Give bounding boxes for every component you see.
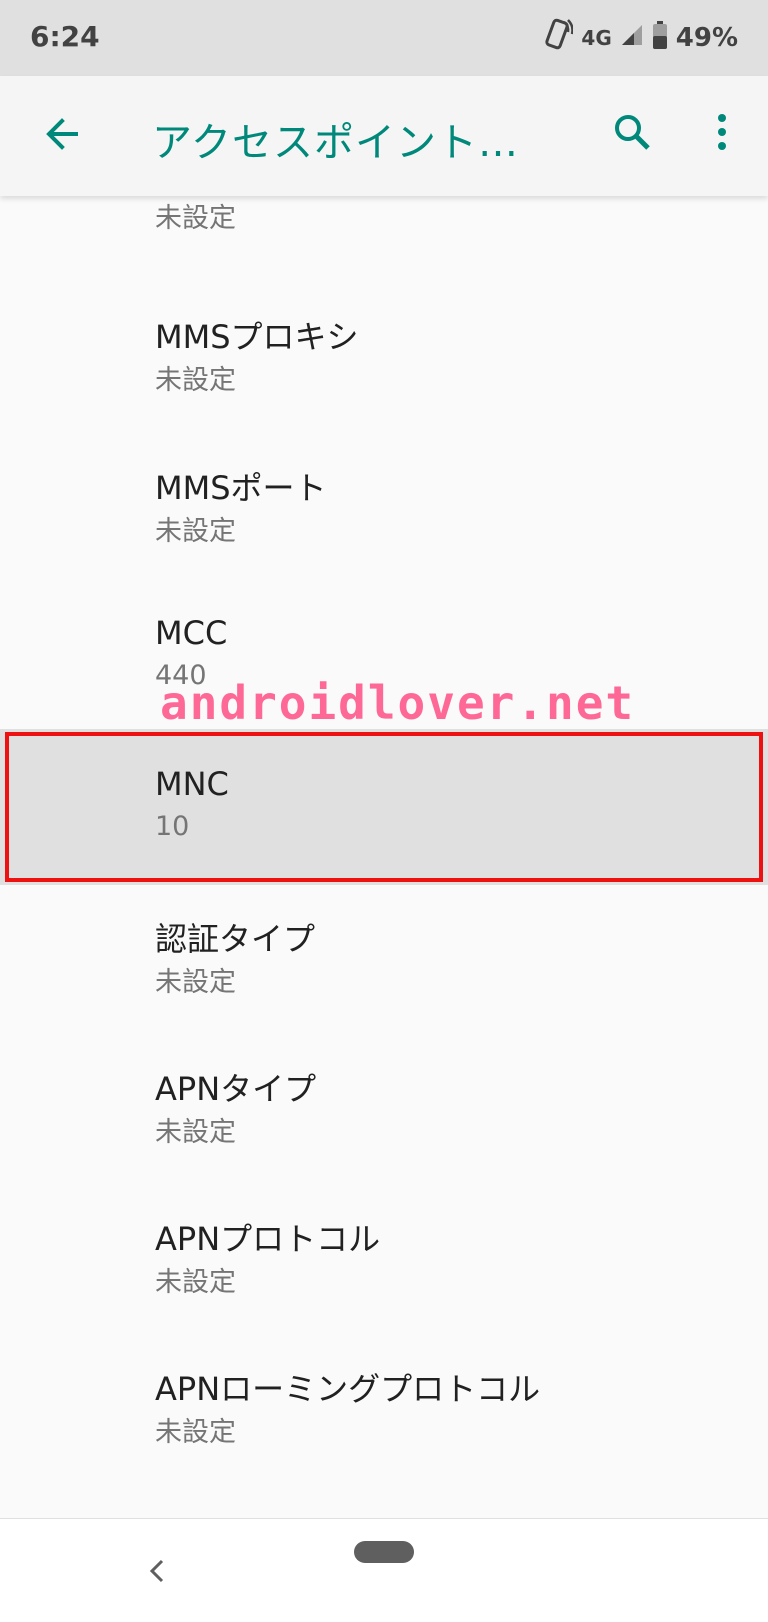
status-icons: 4G 49%: [543, 18, 738, 58]
list-item-label: APNタイプ: [155, 1070, 317, 1108]
nav-back-icon: [147, 1556, 167, 1590]
list-item-label: MCC: [155, 614, 228, 652]
watermark: androidlover.net: [160, 676, 636, 730]
list-item-label: APNプロトコル: [155, 1220, 381, 1258]
list-item-value: 未設定: [155, 1267, 236, 1298]
list-item-value: 未設定: [155, 1417, 236, 1448]
battery-percent: 49%: [675, 23, 738, 53]
setting-mms-proxy[interactable]: MMSプロキシ 未設定: [0, 276, 768, 432]
setting-mnc[interactable]: MNC 10: [0, 729, 768, 885]
list-item-label: MNC: [155, 765, 229, 803]
page-title: アクセスポイント…: [152, 120, 519, 166]
battery-icon: [652, 20, 668, 56]
list-item-label: MMSプロキシ: [155, 318, 359, 356]
home-pill-icon[interactable]: [354, 1541, 414, 1563]
status-bar: 6:24 4G 49%: [0, 0, 768, 76]
setting-auth-type[interactable]: 認証タイプ 未設定: [0, 878, 768, 1034]
list-item-label: MMSポート: [155, 469, 327, 507]
signal-icon: [620, 23, 644, 54]
network-type: 4G: [581, 26, 612, 50]
vibrate-phone-icon: [543, 18, 575, 59]
setting-mms-port[interactable]: MMSポート 未設定: [0, 427, 768, 583]
setting-apn-protocol[interactable]: APNプロトコル 未設定: [0, 1178, 768, 1334]
back-arrow-icon: [42, 114, 82, 158]
back-button[interactable]: [38, 112, 86, 160]
nav-back-button[interactable]: [142, 1553, 172, 1593]
list-item-value: 未設定: [155, 1117, 236, 1148]
list-item-value: 10: [155, 811, 190, 842]
more-options-button[interactable]: [698, 110, 746, 158]
partial-list-item[interactable]: 未設定: [0, 196, 768, 246]
search-icon: [612, 112, 652, 156]
list-item-value: 未設定: [155, 203, 236, 234]
list-item-label: APNローミングプロトコル: [155, 1370, 541, 1408]
navigation-bar: [0, 1518, 768, 1622]
setting-apn-type[interactable]: APNタイプ 未設定: [0, 1028, 768, 1184]
setting-apn-roaming-protocol[interactable]: APNローミングプロトコル 未設定: [0, 1328, 768, 1484]
settings-list: 未設定 MMSプロキシ 未設定 MMSポート 未設定 MCC 440 MNC 1…: [0, 196, 768, 1518]
status-time: 6:24: [30, 20, 100, 53]
list-item-label: 認証タイプ: [155, 920, 316, 958]
search-button[interactable]: [608, 110, 656, 158]
more-vert-icon: [716, 112, 728, 156]
list-item-value: 未設定: [155, 967, 236, 998]
app-bar: アクセスポイント…: [0, 76, 768, 196]
list-item-value: 未設定: [155, 516, 236, 547]
list-item-value: 未設定: [155, 365, 236, 396]
